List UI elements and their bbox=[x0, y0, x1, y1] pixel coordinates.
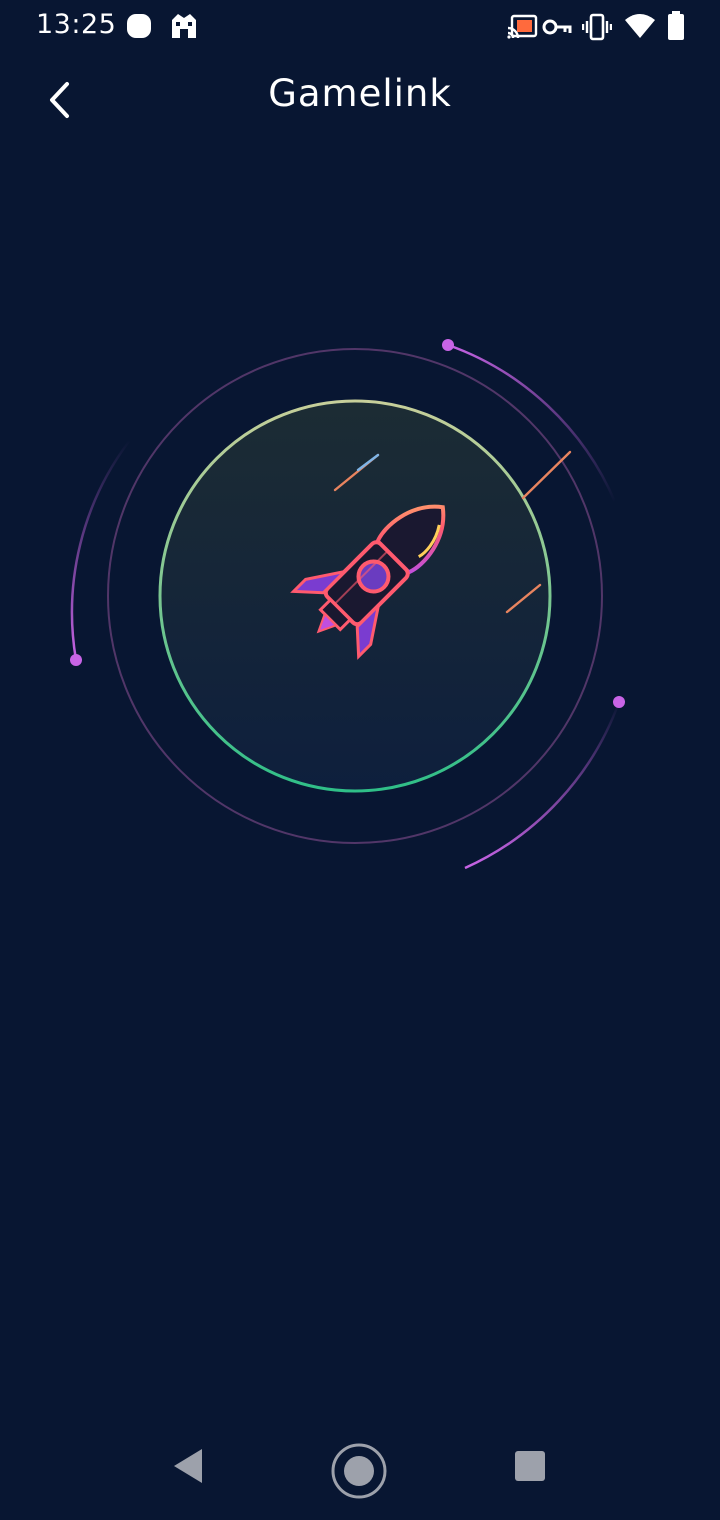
home-circle-icon[interactable] bbox=[330, 1442, 388, 1500]
speed-streak bbox=[521, 450, 572, 500]
orbit-dot-left bbox=[70, 654, 82, 666]
castle-icon bbox=[172, 14, 196, 38]
recents-square-icon[interactable] bbox=[513, 1449, 547, 1483]
battery-icon bbox=[668, 11, 684, 40]
orbit-graphic bbox=[70, 339, 625, 870]
vibrate-icon bbox=[582, 13, 612, 41]
cast-icon bbox=[507, 14, 538, 39]
status-time: 13:25 bbox=[36, 9, 117, 40]
vpn-key-icon bbox=[542, 19, 572, 35]
wifi-icon bbox=[625, 14, 655, 38]
loading-illustration bbox=[40, 320, 680, 890]
status-bar: 13:25 bbox=[0, 0, 720, 54]
orbit-arc-left bbox=[70, 439, 131, 661]
orbit-dot-top bbox=[442, 339, 454, 351]
orbit-dot-right bbox=[613, 696, 625, 708]
system-nav-bar bbox=[0, 1420, 720, 1520]
app-bar: Gamelink bbox=[0, 54, 720, 142]
page-title: Gamelink bbox=[268, 72, 452, 115]
back-triangle-icon[interactable] bbox=[170, 1446, 206, 1486]
notification-dot-icon bbox=[127, 14, 151, 38]
